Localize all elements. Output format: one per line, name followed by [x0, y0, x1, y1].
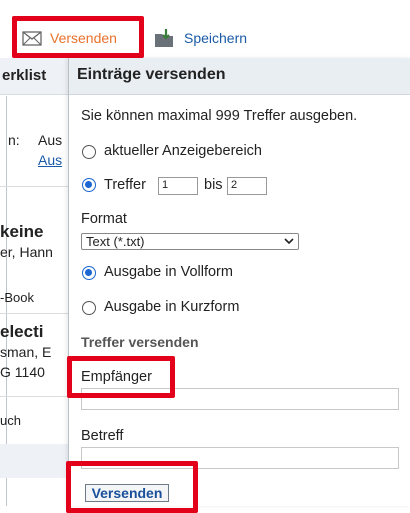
save-button-label: Speichern	[184, 30, 248, 46]
dialog-header: Einträge versenden	[69, 58, 410, 95]
list-item-type: uch	[0, 413, 21, 428]
list-separator	[0, 186, 72, 187]
radio-full-output-label: Ausgabe in Vollform	[104, 264, 233, 280]
hits-from-input[interactable]: 1	[158, 177, 198, 195]
highlight-submit-button	[66, 461, 198, 513]
format-select[interactable]: Text (*.txt)	[81, 233, 299, 250]
list-item-type: -Book	[0, 290, 34, 305]
list-separator	[0, 396, 72, 397]
folder-download-icon	[155, 29, 173, 47]
hits-to-label: bis	[204, 177, 223, 193]
max-hits-info: Sie können maximal 999 Treffer ausgeben.	[81, 108, 358, 124]
list-header: erklist	[0, 58, 72, 95]
result-list-background	[0, 58, 72, 506]
list-footer	[0, 444, 72, 478]
list-item-signature: G 1140	[0, 364, 45, 380]
dialog-title: Einträge versenden	[77, 66, 226, 83]
subject-label: Betreff	[81, 428, 124, 444]
list-separator	[0, 313, 72, 314]
radio-short-output[interactable]	[82, 301, 96, 315]
hits-to-input[interactable]: 2	[227, 177, 267, 195]
highlight-recipient-label	[67, 356, 175, 398]
format-select-value: Text (*.txt)	[86, 234, 145, 249]
radio-hits-range-label: Treffer	[104, 177, 146, 193]
list-item-title[interactable]: electi	[0, 322, 43, 342]
chevron-down-icon	[284, 238, 294, 245]
radio-short-output-label: Ausgabe in Kurzform	[104, 299, 240, 315]
send-section-heading: Treffer versenden	[81, 334, 199, 350]
radio-current-range-label: aktueller Anzeigebereich	[104, 143, 262, 159]
list-item-author: er, Hann	[0, 244, 53, 260]
filter-link[interactable]: Aus	[38, 152, 62, 168]
radio-current-range[interactable]	[82, 145, 96, 159]
radio-full-output[interactable]	[82, 266, 96, 280]
save-button[interactable]: Speichern	[154, 26, 247, 50]
format-label: Format	[81, 211, 127, 227]
list-header-title: erklist	[2, 67, 47, 84]
radio-hits-range[interactable]	[82, 178, 96, 192]
filter-value: Aus	[38, 132, 63, 148]
list-item-title[interactable]: keine	[0, 222, 43, 242]
list-item-author: sman, E	[0, 344, 52, 360]
filter-label: n:	[8, 132, 20, 148]
highlight-send-button	[12, 16, 144, 58]
